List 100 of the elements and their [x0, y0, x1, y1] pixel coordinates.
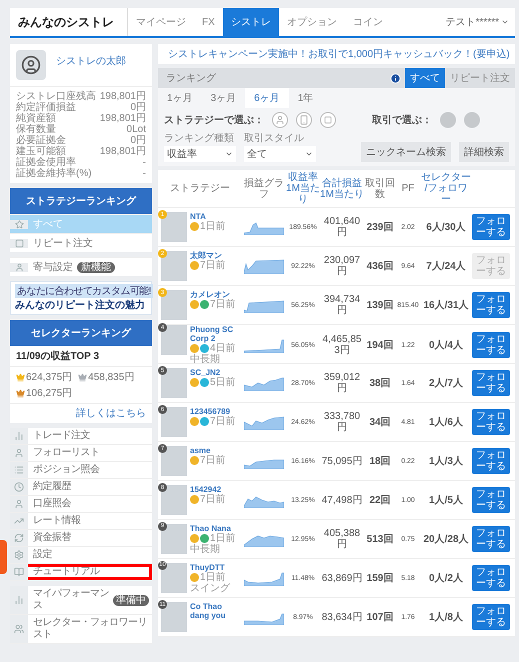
- details-link[interactable]: 詳しくはこちら: [10, 404, 152, 423]
- ranking-tab[interactable]: すべて: [405, 68, 445, 88]
- strategy-name[interactable]: asme: [190, 446, 226, 455]
- account-value: 0円: [130, 135, 146, 146]
- info-icon[interactable]: [390, 72, 401, 84]
- period-tab[interactable]: 6ヶ月: [245, 88, 289, 108]
- account-label: 保有数量: [16, 124, 56, 135]
- profit-graph: [244, 260, 284, 274]
- period-tab[interactable]: 1ヶ月: [158, 88, 202, 108]
- profit-graph: [244, 572, 284, 586]
- follow-button[interactable]: フォローする: [472, 565, 510, 591]
- trade-count: 22回: [368, 494, 392, 506]
- user-icon: [14, 499, 24, 509]
- follow-button[interactable]: フォローする: [472, 409, 510, 435]
- follow-button[interactable]: フォローする: [472, 448, 510, 474]
- filter-label: ストラテジーで選ぶ：: [164, 114, 264, 127]
- ranking-amount: 458,835円: [88, 371, 134, 384]
- ranking-type-select[interactable]: 収益率: [164, 146, 236, 162]
- column-title: 取引回数: [364, 178, 396, 200]
- period-tab[interactable]: 1年: [288, 88, 322, 108]
- follow-button[interactable]: フォローする: [472, 292, 510, 318]
- account-value: -: [142, 157, 146, 168]
- account-value: 198,801円: [100, 113, 146, 124]
- total-profit: 75,095円: [320, 456, 364, 466]
- person-icon[interactable]: [272, 112, 288, 128]
- column-subtitle: 1M当たり: [320, 188, 364, 200]
- campaign-notice[interactable]: シストレキャンペーン実施中！お取引で1,000円キャッシュバック！(要申込): [158, 44, 515, 64]
- phone-icon[interactable]: [296, 112, 312, 128]
- search-button[interactable]: 詳細検索: [459, 142, 509, 162]
- account-label: 約定評価損益: [16, 102, 76, 113]
- side-menu-item[interactable]: チュートリアル: [10, 564, 152, 581]
- user-name[interactable]: シストレの太郎: [56, 54, 126, 68]
- side-menu-item[interactable]: 口座照会: [10, 496, 152, 513]
- ranking-tab[interactable]: リピート注文: [445, 68, 515, 88]
- side-menu-item[interactable]: フォローリスト: [10, 445, 152, 462]
- age-text: 7日前: [200, 260, 226, 271]
- follow-button[interactable]: フォローする: [472, 487, 510, 513]
- follow-button[interactable]: フォローする: [472, 526, 510, 552]
- strategy-name[interactable]: 123456789: [190, 407, 236, 416]
- strategy-name[interactable]: Thao Nana: [190, 524, 236, 532]
- side-menu-item[interactable]: セレクター・フォロワーリスト: [10, 615, 152, 644]
- column-title[interactable]: 合計損益: [322, 178, 362, 188]
- logo[interactable]: みんなのシストレ: [10, 8, 128, 36]
- trade-count: 239回: [366, 222, 394, 232]
- follow-button[interactable]: フォローする: [472, 332, 510, 358]
- strategy-name[interactable]: 1542942: [190, 485, 226, 494]
- follow-button[interactable]: フォローする: [472, 604, 510, 630]
- age-text: 4日前: [210, 343, 236, 354]
- side-menu-item[interactable]: レート情報: [10, 513, 152, 530]
- column-subtitle: 1M当たり: [286, 183, 320, 205]
- period-tab[interactable]: 3ヶ月: [202, 88, 246, 108]
- nav-tab[interactable]: FX: [194, 8, 223, 36]
- side-menu-item[interactable]: トレード注文: [10, 428, 152, 445]
- promo-banner[interactable]: あなたに合わせてカスタム可能! みんなのリピート注文の魅力: [10, 281, 152, 315]
- side-menu-item[interactable]: 設定: [10, 547, 152, 564]
- follow-button[interactable]: フォローする: [472, 214, 510, 240]
- style-text: 中長期: [190, 354, 221, 365]
- strategy-name[interactable]: Phuong SC Corp 2: [190, 325, 242, 343]
- search-button[interactable]: ニックネーム検索: [361, 142, 451, 162]
- account-label: 証拠金維持率(%): [16, 168, 92, 179]
- avatar-picture: [161, 562, 187, 592]
- avatar-picture: [161, 290, 187, 320]
- setting-menu-item[interactable]: 寄与設定 新機能: [10, 257, 152, 276]
- account-label: 証拠金使用率: [16, 157, 76, 168]
- strategy-name[interactable]: NTA: [190, 212, 226, 221]
- trade-style-select[interactable]: 全て: [244, 146, 316, 162]
- avatar-picture: [16, 50, 46, 80]
- nav-tab[interactable]: シストレ: [222, 8, 279, 36]
- column-title: 損益グラフ: [243, 178, 285, 200]
- selector-follower-count: 7人/24人: [425, 260, 467, 272]
- profit-graph: [244, 378, 284, 391]
- account-value: 198,801円: [100, 91, 146, 102]
- style-text: スイング: [190, 582, 230, 594]
- side-menu-item[interactable]: ポジション照会: [10, 462, 152, 479]
- filter-circle-icon[interactable]: [440, 112, 456, 128]
- column-title[interactable]: 収益率: [288, 172, 318, 183]
- strategy-name[interactable]: Co Thao dang you: [190, 602, 242, 620]
- age-text: 1日前: [200, 221, 226, 232]
- strategy-name[interactable]: カメレオン: [190, 290, 236, 299]
- user-menu[interactable]: テスト******: [446, 8, 515, 36]
- banner-caption: あなたに合わせてカスタム可能!: [15, 284, 153, 298]
- strategy-name[interactable]: ThuyDTT: [190, 562, 230, 572]
- nav-tab[interactable]: マイページ: [128, 8, 194, 36]
- strategy-name[interactable]: SC_JN2: [190, 368, 236, 377]
- profit-graph: [244, 222, 284, 235]
- nav-tab[interactable]: オプション: [278, 8, 345, 36]
- avatar-picture: [161, 446, 187, 476]
- notice-text: シストレキャンペーン実施中！お取引で1,000円キャッシュバック！(要申込): [168, 48, 510, 61]
- avatar-picture: [161, 212, 187, 242]
- field-label: ランキング種類: [164, 132, 235, 145]
- total-profit: 63,869円: [320, 572, 364, 584]
- column-title[interactable]: セレクター: [421, 172, 471, 183]
- menu-label: 寄与設定: [33, 260, 73, 274]
- panel-title: ストラテジーランキング: [10, 188, 152, 214]
- nav-tab[interactable]: コイン: [344, 8, 391, 36]
- follow-button[interactable]: フォローする: [472, 370, 510, 396]
- filter-circle-icon[interactable]: [464, 112, 480, 128]
- total-profit: 394,734円: [322, 294, 362, 316]
- side-menu-item[interactable]: 資金振替: [10, 530, 152, 547]
- side-menu-item[interactable]: 約定履歴: [10, 479, 152, 496]
